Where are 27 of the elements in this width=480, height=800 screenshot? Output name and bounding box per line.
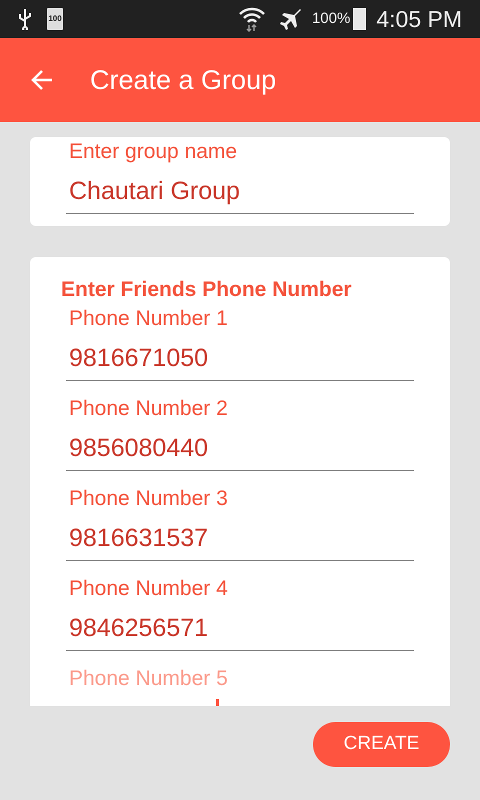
text-input-field[interactable]: 9816671050 bbox=[66, 337, 414, 381]
field-value: 9856080440 bbox=[69, 432, 208, 464]
create-button[interactable]: CREATE bbox=[313, 722, 450, 767]
field-value: 9846256571 bbox=[69, 612, 208, 644]
battery-percent: 100% bbox=[312, 8, 350, 29]
text-input-field[interactable]: 9816631537 bbox=[66, 517, 414, 561]
field-value: 9816671050 bbox=[69, 342, 208, 374]
text-input-field[interactable]: Chautari Group bbox=[66, 170, 414, 214]
field-label: Phone Number 3 bbox=[68, 486, 229, 512]
airplane-icon bbox=[280, 7, 304, 31]
field-value: 9816631537 bbox=[69, 522, 208, 554]
field-label: Phone Number 2 bbox=[68, 396, 229, 422]
field-value: Chautari Group bbox=[69, 176, 240, 207]
wifi-icon bbox=[238, 6, 266, 32]
screen-title: Create a Group bbox=[90, 64, 276, 97]
usb-icon bbox=[18, 8, 32, 30]
battery-icon bbox=[353, 8, 366, 30]
text-input-field[interactable]: 9856080440 bbox=[66, 427, 414, 471]
clock-time: 4:05 PM bbox=[376, 4, 462, 34]
field-label: Phone Number 4 bbox=[68, 576, 229, 602]
text-input-field[interactable]: 9846256571 bbox=[66, 607, 414, 651]
section-title: Enter Friends Phone Number bbox=[60, 277, 353, 303]
battery-icon: 100 bbox=[47, 8, 63, 30]
field-label: Phone Number 1 bbox=[68, 306, 229, 332]
back-arrow-icon bbox=[30, 69, 54, 91]
field-label: Phone Number 5 bbox=[68, 666, 229, 692]
field-label: Enter group name bbox=[68, 139, 238, 165]
